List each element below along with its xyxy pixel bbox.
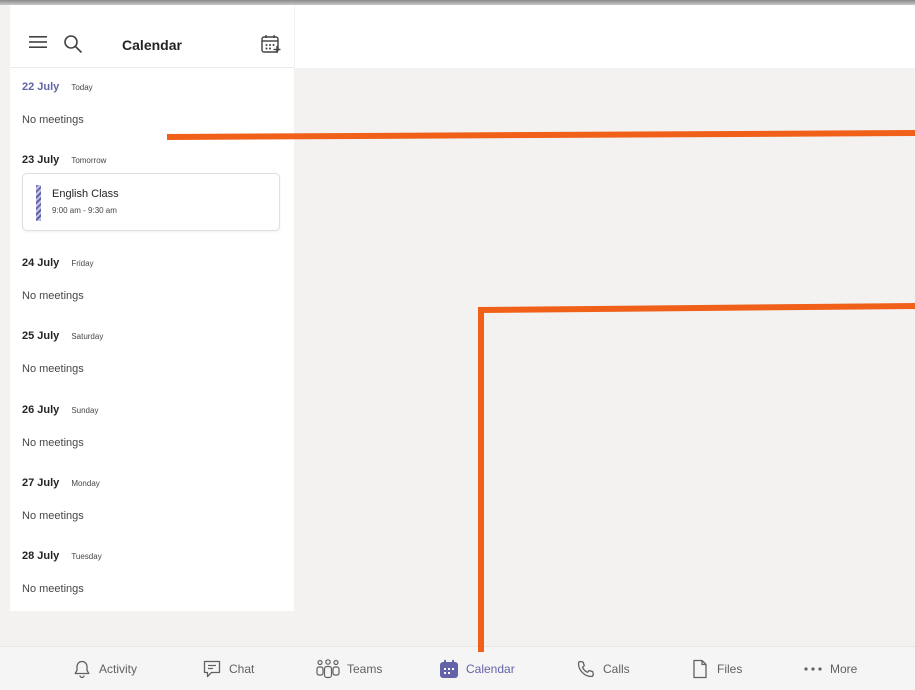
day-label: Tuesday [71, 552, 102, 561]
day-group: 26 July Sunday No meetings [22, 404, 292, 449]
more-icon [804, 667, 822, 671]
meeting-card[interactable]: English Class 9:00 am - 9:30 am [22, 173, 280, 231]
nav-label: Files [717, 662, 743, 676]
no-meetings-text: No meetings [22, 363, 84, 375]
day-group: 24 July Friday No meetings [22, 257, 292, 302]
calendar-sidebar: Calendar 22 July Today No meetings 23 Ju… [10, 5, 294, 611]
day-group: 23 July Tomorrow [22, 154, 292, 166]
annotation-line-bracket [478, 303, 915, 652]
calendar-icon [440, 659, 458, 678]
new-meeting-icon[interactable] [260, 33, 282, 55]
page-title: Calendar [122, 37, 182, 53]
no-meetings-text: No meetings [22, 510, 84, 522]
main-header-area [295, 5, 915, 68]
bottom-navigation-bar: Activity Chat Teams Calendar Calls Files… [0, 646, 915, 690]
file-icon [693, 659, 707, 679]
day-date: 27 July [22, 477, 60, 489]
nav-label: More [830, 662, 858, 676]
bell-icon [74, 660, 90, 679]
nav-label: Chat [229, 662, 255, 676]
day-group: 22 July Today No meetings [22, 81, 292, 126]
no-meetings-text: No meetings [22, 114, 84, 126]
nav-calls[interactable]: Calls [576, 659, 630, 679]
nav-label: Activity [99, 662, 138, 676]
day-label: Monday [71, 479, 100, 488]
chat-icon [203, 660, 221, 678]
nav-activity[interactable]: Activity [72, 659, 137, 679]
day-group: 27 July Monday No meetings [22, 477, 292, 522]
nav-more[interactable]: More [803, 659, 857, 679]
nav-label: Calls [603, 662, 630, 676]
day-label: Today [71, 83, 93, 92]
day-label: Saturday [71, 332, 104, 341]
phone-icon [577, 660, 594, 678]
nav-label: Teams [347, 662, 383, 676]
day-date: 22 July [22, 81, 60, 93]
nav-label: Calendar [466, 662, 515, 676]
day-date: 26 July [22, 404, 60, 416]
day-date: 25 July [22, 330, 60, 342]
no-meetings-text: No meetings [22, 290, 84, 302]
day-label: Tomorrow [71, 156, 107, 165]
sidebar-header: Calendar [10, 5, 294, 68]
no-meetings-text: No meetings [22, 437, 84, 449]
meeting-title: English Class [52, 188, 119, 200]
day-group: 25 July Saturday No meetings [22, 330, 292, 375]
nav-chat[interactable]: Chat [202, 659, 254, 679]
no-meetings-text: No meetings [22, 583, 84, 595]
meeting-time: 9:00 am - 9:30 am [52, 206, 117, 215]
day-date: 24 July [22, 257, 60, 269]
nav-calendar[interactable]: Calendar [439, 659, 515, 679]
day-label: Friday [71, 259, 94, 268]
day-date: 28 July [22, 550, 60, 562]
teams-icon [316, 659, 340, 679]
day-date: 23 July [22, 154, 60, 166]
day-group: 28 July Tuesday No meetings [22, 550, 292, 595]
meeting-color-bar [36, 185, 41, 221]
day-label: Sunday [71, 406, 99, 415]
nav-teams[interactable]: Teams [316, 659, 382, 679]
nav-files[interactable]: Files [690, 659, 742, 679]
